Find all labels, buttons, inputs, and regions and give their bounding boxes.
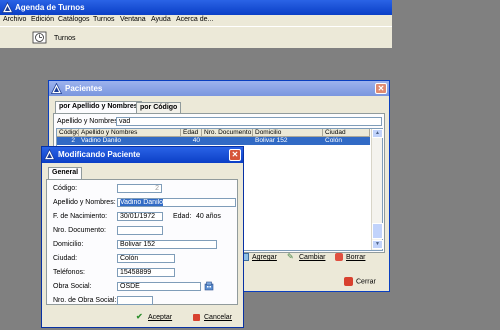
nro-obra-social-field[interactable] [117, 296, 153, 305]
menu-ayuda[interactable]: Ayuda [151, 16, 171, 23]
building-icon [204, 281, 214, 291]
menu-edicion[interactable]: Edición [31, 16, 54, 23]
codigo-label: Código: [53, 185, 78, 192]
turnos-label: Turnos [54, 35, 76, 42]
menubar: Archivo Edición Catálogos Turnos Ventana… [0, 15, 392, 26]
borrar-button[interactable]: Borrar [335, 253, 365, 262]
app-title: Agenda de Turnos [15, 3, 85, 12]
scroll-down-button[interactable]: ▼ [372, 240, 383, 249]
tab-por-codigo-label: por Código [140, 104, 178, 111]
tab-por-codigo[interactable]: por Código [136, 102, 182, 113]
nombre-field[interactable]: Vadino Danilo [117, 198, 236, 207]
vertical-scrollbar[interactable]: ▲ ▼ [371, 129, 383, 250]
modificando-close-button[interactable]: ✕ [229, 149, 241, 161]
search-input[interactable]: vad [116, 117, 382, 126]
tab-por-apellido-label: por Apellido y Nombres [59, 103, 138, 110]
cancelar-button[interactable]: Cancelar [193, 313, 232, 322]
tab-general[interactable]: General [48, 167, 83, 179]
col-edad[interactable]: Edad [181, 129, 202, 137]
close-icon: ✕ [231, 150, 239, 159]
cambiar-label: Cambiar [299, 254, 326, 261]
table-header: Código Apellido y Nombres Edad Nro. Docu… [57, 129, 370, 137]
borrar-label: Borrar [346, 254, 366, 261]
telefonos-field[interactable]: 15458899 [117, 268, 175, 277]
cell-codigo: 2 [71, 137, 75, 144]
nro-obra-social-label: Nro. de Obra Social: [53, 297, 117, 304]
modificando-window: Modificando Paciente ✕ General Código: 2… [41, 146, 244, 328]
pacientes-title: Pacientes [65, 84, 103, 93]
domicilio-label: Domicilio: [53, 241, 84, 248]
cerrar-label: Cerrar [356, 278, 376, 286]
cerrar-button[interactable]: Cerrar [344, 277, 376, 286]
documento-field[interactable] [117, 226, 163, 235]
search-label: Apellido y Nombres: [57, 118, 120, 125]
codigo-field[interactable]: 2 [117, 184, 162, 193]
pacientes-titlebar: Pacientes ✕ [49, 81, 389, 96]
cell-ciudad: Colón [325, 137, 342, 144]
cancelar-label: Cancelar [204, 314, 233, 321]
tab-general-label: General [52, 169, 79, 176]
aceptar-label: Aceptar [148, 314, 173, 321]
edad-label: Edad: [173, 213, 192, 220]
col-codigo[interactable]: Código [57, 129, 79, 137]
nacimiento-label: F. de Nacimiento: [53, 213, 108, 220]
nombre-label: Apellido y Nombres: [53, 199, 116, 206]
ciudad-field[interactable]: Colón [117, 254, 175, 263]
main-window: Agenda de Turnos Archivo Edición Catálog… [0, 0, 392, 48]
domicilio-field[interactable]: Bolivar 152 [117, 240, 217, 249]
app-logo-icon [2, 2, 13, 13]
menu-archivo[interactable]: Archivo [3, 16, 26, 23]
ciudad-label: Ciudad: [53, 255, 78, 262]
tab-por-apellido[interactable]: por Apellido y Nombres [55, 101, 142, 113]
col-documento[interactable]: Nro. Documento [202, 129, 253, 137]
delete-icon [335, 253, 343, 262]
obra-social-field[interactable]: OSDE [117, 282, 201, 291]
menu-catalogos[interactable]: Catálogos [58, 16, 90, 23]
edad-value: 40 años [196, 213, 221, 220]
cancel-icon [193, 313, 200, 321]
cell-edad: 40 [192, 137, 200, 144]
agregar-button[interactable]: Agregar [241, 253, 277, 262]
general-tab-panel: Código: 2 Apellido y Nombres: Vadino Dan… [46, 179, 238, 305]
table-row[interactable]: 2 Vadino Danilo 40 Bolivar 152 Colón [57, 137, 370, 145]
main-titlebar: Agenda de Turnos [0, 0, 392, 15]
aceptar-button[interactable]: ✔ Aceptar [136, 313, 172, 322]
check-icon: ✔ [136, 312, 143, 322]
col-domicilio[interactable]: Domicilio [253, 129, 323, 137]
agregar-label: Agregar [252, 254, 277, 261]
clock-icon [32, 31, 47, 44]
exit-icon [344, 277, 353, 286]
window-logo-icon [51, 83, 62, 94]
telefonos-label: Teléfonos: [53, 269, 85, 276]
cell-nombre: Vadino Danilo [81, 137, 121, 144]
obra-social-lookup-button[interactable] [204, 281, 214, 291]
scroll-up-button[interactable]: ▲ [372, 129, 383, 138]
modificando-titlebar: Modificando Paciente ✕ [42, 147, 243, 163]
turnos-button[interactable]: Turnos [30, 29, 80, 46]
obra-social-label: Obra Social: [53, 283, 92, 290]
menu-acerca[interactable]: Acerca de... [176, 16, 213, 23]
modificando-title: Modificando Paciente [58, 150, 141, 159]
window-logo-icon [44, 149, 55, 160]
menu-ventana[interactable]: Ventana [120, 16, 146, 23]
menu-turnos[interactable]: Turnos [93, 16, 115, 23]
edit-icon: ✎ [287, 252, 294, 262]
col-nombre[interactable]: Apellido y Nombres [79, 129, 181, 137]
col-ciudad[interactable]: Ciudad [323, 129, 370, 137]
nombre-value: Vadino Danilo [120, 199, 164, 206]
cell-documento [202, 137, 253, 145]
cell-domicilio: Bolivar 152 [255, 137, 288, 144]
close-icon: ✕ [377, 84, 385, 93]
scroll-thumb[interactable] [372, 223, 383, 239]
cambiar-button[interactable]: ✎ Cambiar [287, 253, 325, 262]
documento-label: Nro. Documento: [53, 227, 106, 234]
nacimiento-field[interactable]: 30/01/1972 [117, 212, 163, 221]
toolbar: Turnos [0, 26, 392, 48]
pacientes-close-button[interactable]: ✕ [375, 83, 387, 94]
